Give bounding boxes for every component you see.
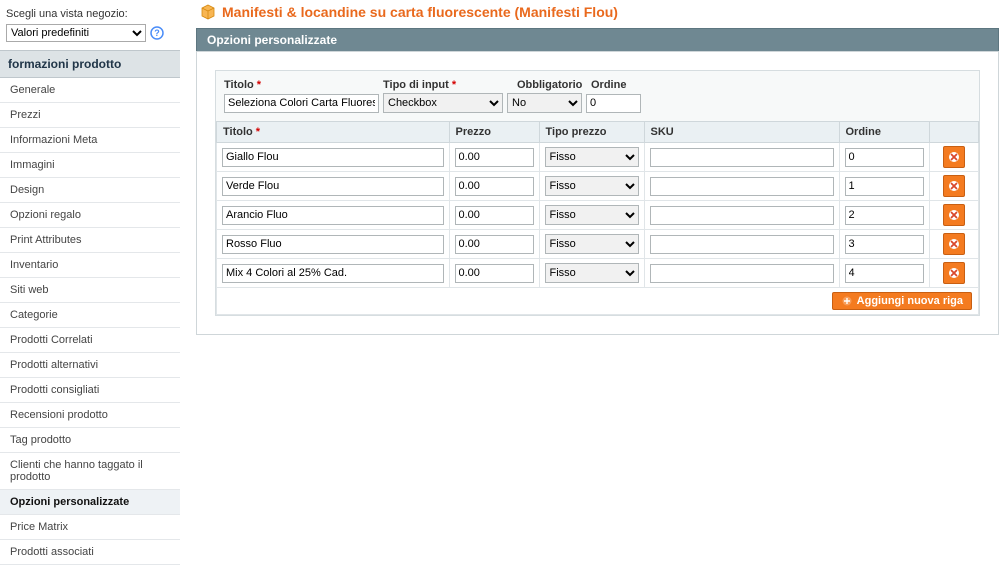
row-title-input[interactable] [222,264,444,283]
delete-row-button[interactable] [943,233,965,255]
add-row-label: Aggiungi nuova riga [857,295,963,307]
option-required-select[interactable]: No [507,93,582,113]
sidebar-item[interactable]: Inventario [0,253,180,278]
label-input-type: Tipo di input * [383,79,513,91]
option-value-row: Fisso [217,259,979,288]
sidebar-item[interactable]: Print Attributes [0,228,180,253]
row-price-type-select[interactable]: Fisso [545,176,639,196]
sidebar-item[interactable]: Immagini [0,153,180,178]
panel-header: Opzioni personalizzate [196,28,999,51]
sidebar-item[interactable]: Prodotti alternativi [0,353,180,378]
label-title: Titolo * [224,79,379,91]
sidebar-item[interactable]: Opzioni personalizzate [0,490,180,515]
col-header-price-type: Tipo prezzo [539,122,644,143]
help-icon[interactable]: ? [150,26,164,40]
delete-row-button[interactable] [943,175,965,197]
row-sort-order-input[interactable] [845,235,924,254]
row-price-input[interactable] [455,148,534,167]
row-title-input[interactable] [222,177,444,196]
col-header-price: Prezzo [449,122,539,143]
row-sku-input[interactable] [650,177,834,196]
sidebar-item[interactable]: Clienti che hanno taggato il prodotto [0,453,180,490]
row-price-type-select[interactable]: Fisso [545,234,639,254]
page-title: Manifesti & locandine su carta fluoresce… [222,4,618,20]
sidebar-section-title: formazioni prodotto [0,50,180,78]
row-price-type-select[interactable]: Fisso [545,147,639,167]
sidebar-item[interactable]: Siti web [0,278,180,303]
option-input-type-select[interactable]: Checkbox [383,93,503,113]
sidebar-item[interactable]: Recensioni prodotto [0,403,180,428]
store-scope-label: Scegli una vista negozio: [0,8,180,24]
sidebar-item[interactable]: Generale [0,78,180,103]
row-title-input[interactable] [222,148,444,167]
option-value-row: Fisso [217,143,979,172]
col-header-title: Titolo * [217,122,450,143]
sidebar: Scegli una vista negozio: Valori predefi… [0,0,180,565]
plus-icon [841,295,853,307]
row-price-input[interactable] [455,264,534,283]
add-row-button[interactable]: Aggiungi nuova riga [832,292,972,310]
sidebar-item[interactable]: Prodotti associati [0,540,180,565]
row-sort-order-input[interactable] [845,206,924,225]
content-area: Manifesti & locandine su carta fluoresce… [180,0,999,565]
option-title-input[interactable] [224,94,379,113]
product-icon [200,4,216,20]
sidebar-item[interactable]: Prezzi [0,103,180,128]
row-title-input[interactable] [222,235,444,254]
col-header-sku: SKU [644,122,839,143]
row-sort-order-input[interactable] [845,148,924,167]
row-sku-input[interactable] [650,235,834,254]
sidebar-item[interactable]: Categorie [0,303,180,328]
row-title-input[interactable] [222,206,444,225]
row-sort-order-input[interactable] [845,177,924,196]
option-value-row: Fisso [217,201,979,230]
row-sku-input[interactable] [650,148,834,167]
col-header-sort-order: Ordine [839,122,929,143]
sidebar-item[interactable]: Informazioni Meta [0,128,180,153]
sidebar-item[interactable]: Opzioni regalo [0,203,180,228]
option-block: Titolo * Tipo di input * Obbligatorio Or… [215,70,980,316]
sidebar-item[interactable]: Tag prodotto [0,428,180,453]
option-sort-order-input[interactable] [586,94,641,113]
delete-row-button[interactable] [943,146,965,168]
row-sort-order-input[interactable] [845,264,924,283]
label-sort-order: Ordine [591,79,646,91]
row-sku-input[interactable] [650,264,834,283]
row-price-input[interactable] [455,235,534,254]
row-price-input[interactable] [455,177,534,196]
store-scope-select[interactable]: Valori predefiniti [6,24,146,42]
delete-row-button[interactable] [943,204,965,226]
svg-text:?: ? [154,28,160,38]
option-value-row: Fisso [217,172,979,201]
row-price-type-select[interactable]: Fisso [545,263,639,283]
option-values-table: Titolo * Prezzo Tipo prezzo SKU Ordine F… [216,121,979,315]
sidebar-item[interactable]: Price Matrix [0,515,180,540]
label-required: Obbligatorio [517,79,587,91]
sidebar-item[interactable]: Design [0,178,180,203]
row-price-input[interactable] [455,206,534,225]
sidebar-item[interactable]: Prodotti consigliati [0,378,180,403]
option-value-row: Fisso [217,230,979,259]
row-price-type-select[interactable]: Fisso [545,205,639,225]
row-sku-input[interactable] [650,206,834,225]
delete-row-button[interactable] [943,262,965,284]
sidebar-item[interactable]: Prodotti Correlati [0,328,180,353]
